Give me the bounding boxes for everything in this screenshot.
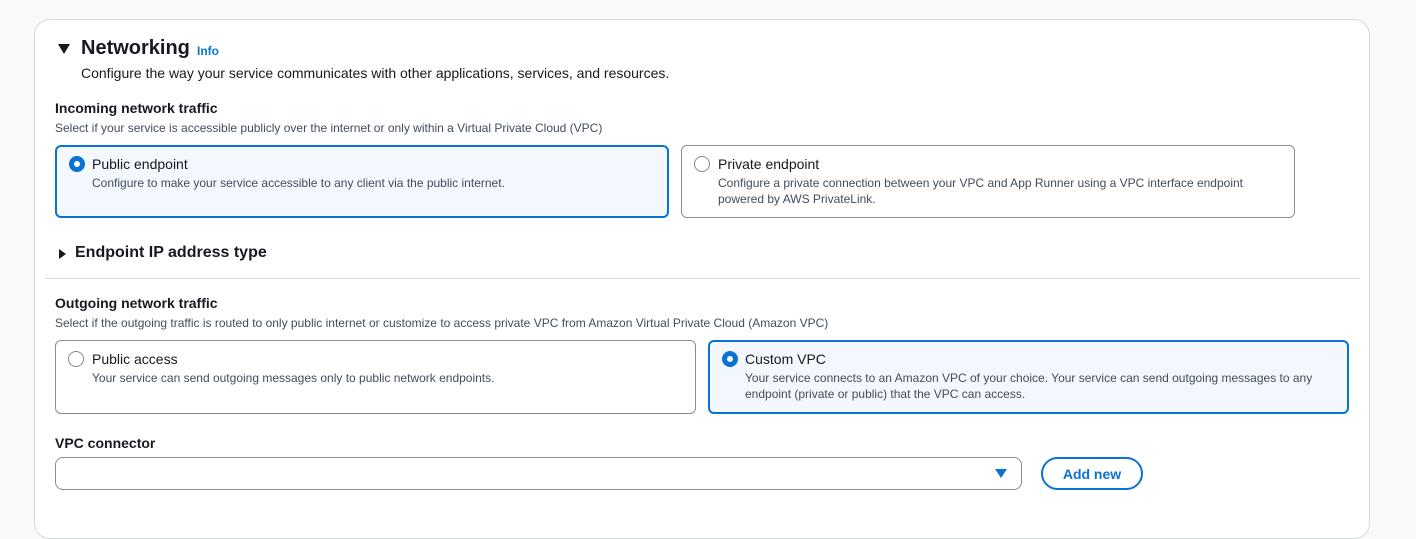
info-link[interactable]: Info bbox=[197, 44, 219, 58]
option-title: Custom VPC bbox=[745, 351, 826, 367]
option-title: Private endpoint bbox=[718, 156, 820, 172]
caret-right-icon[interactable] bbox=[59, 249, 66, 259]
custom-vpc-option[interactable]: Custom VPC Your service connects to an A… bbox=[708, 340, 1349, 414]
endpoint-ip-type-toggle[interactable]: Endpoint IP address type bbox=[75, 244, 267, 262]
section-divider bbox=[45, 278, 1360, 279]
vpc-connector-select[interactable] bbox=[55, 457, 1022, 490]
public-access-option[interactable]: Public access Your service can send outg… bbox=[55, 340, 696, 414]
section-description: Configure the way your service communica… bbox=[81, 65, 670, 81]
option-description: Your service connects to an Amazon VPC o… bbox=[745, 371, 1313, 401]
public-endpoint-option[interactable]: Public endpoint Configure to make your s… bbox=[55, 145, 669, 218]
outgoing-traffic-hint: Select if the outgoing traffic is routed… bbox=[55, 316, 829, 330]
option-description: Configure to make your service accessibl… bbox=[92, 176, 505, 190]
triangle-down-icon[interactable] bbox=[995, 469, 1007, 478]
networking-panel: Networking Info Configure the way your s… bbox=[34, 19, 1370, 539]
radio-button-icon[interactable] bbox=[722, 351, 738, 367]
outgoing-traffic-label: Outgoing network traffic bbox=[55, 295, 218, 311]
caret-down-icon[interactable] bbox=[58, 44, 70, 54]
add-new-button[interactable]: Add new bbox=[1041, 457, 1143, 490]
option-title: Public access bbox=[92, 351, 178, 367]
radio-button-icon[interactable] bbox=[69, 156, 85, 172]
incoming-traffic-label: Incoming network traffic bbox=[55, 100, 218, 116]
incoming-traffic-hint: Select if your service is accessible pub… bbox=[55, 121, 603, 135]
option-title: Public endpoint bbox=[92, 156, 188, 172]
option-description: Configure a private connection between y… bbox=[718, 176, 1243, 206]
vpc-connector-label: VPC connector bbox=[55, 435, 156, 451]
private-endpoint-option[interactable]: Private endpoint Configure a private con… bbox=[681, 145, 1295, 218]
radio-button-icon[interactable] bbox=[68, 351, 84, 367]
section-title[interactable]: Networking bbox=[81, 37, 190, 60]
radio-button-icon[interactable] bbox=[694, 156, 710, 172]
option-description: Your service can send outgoing messages … bbox=[92, 371, 495, 385]
